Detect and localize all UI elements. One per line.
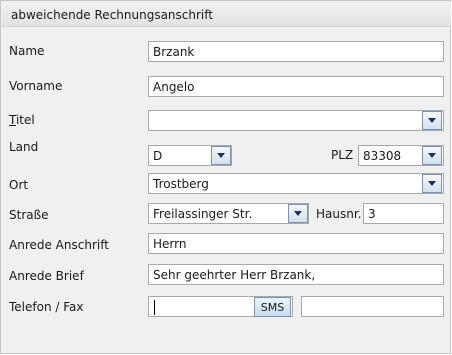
- name-label: Name: [9, 44, 45, 58]
- anrede-anschrift-label: Anrede Anschrift: [9, 238, 109, 252]
- anrede-anschrift-input[interactable]: Herrn: [148, 233, 444, 254]
- vorname-input[interactable]: Angelo: [148, 76, 444, 97]
- plz-value: 83308: [363, 149, 402, 163]
- ort-select[interactable]: Trostberg: [148, 173, 444, 194]
- land-value: D: [153, 149, 163, 163]
- land-label: Land: [9, 140, 39, 154]
- plz-label: PLZ: [331, 148, 354, 162]
- telefon-fax-label: Telefon / Fax: [9, 300, 84, 314]
- strasse-select[interactable]: Freilassinger Str.: [148, 203, 309, 224]
- panel-title: abweichende Rechnungsanschrift: [2, 2, 451, 27]
- vorname-label: Vorname: [9, 79, 63, 93]
- titel-select[interactable]: [148, 110, 444, 131]
- titel-label: Titel: [9, 113, 35, 127]
- chevron-down-icon[interactable]: [422, 174, 442, 193]
- strasse-value: Freilassinger Str.: [153, 207, 253, 221]
- ort-label: Ort: [9, 178, 29, 192]
- name-input[interactable]: Brzank: [148, 41, 444, 62]
- sms-button[interactable]: SMS: [254, 297, 291, 317]
- chevron-down-icon[interactable]: [288, 204, 308, 223]
- anrede-brief-input[interactable]: Sehr geehrter Herr Brzank,: [148, 264, 444, 285]
- fax-input[interactable]: [301, 296, 444, 317]
- chevron-down-icon[interactable]: [422, 111, 442, 130]
- chevron-down-icon[interactable]: [422, 146, 442, 165]
- hausnr-label: Hausnr.: [316, 207, 362, 221]
- anrede-brief-label: Anrede Brief: [9, 269, 84, 283]
- chevron-down-icon[interactable]: [211, 146, 231, 165]
- hausnr-input[interactable]: 3: [363, 203, 444, 224]
- text-caret: [154, 300, 155, 315]
- ort-value: Trostberg: [153, 177, 209, 191]
- strasse-label: Straße: [9, 208, 49, 222]
- billing-address-panel: abweichende Rechnungsanschrift Name Brza…: [0, 0, 451, 354]
